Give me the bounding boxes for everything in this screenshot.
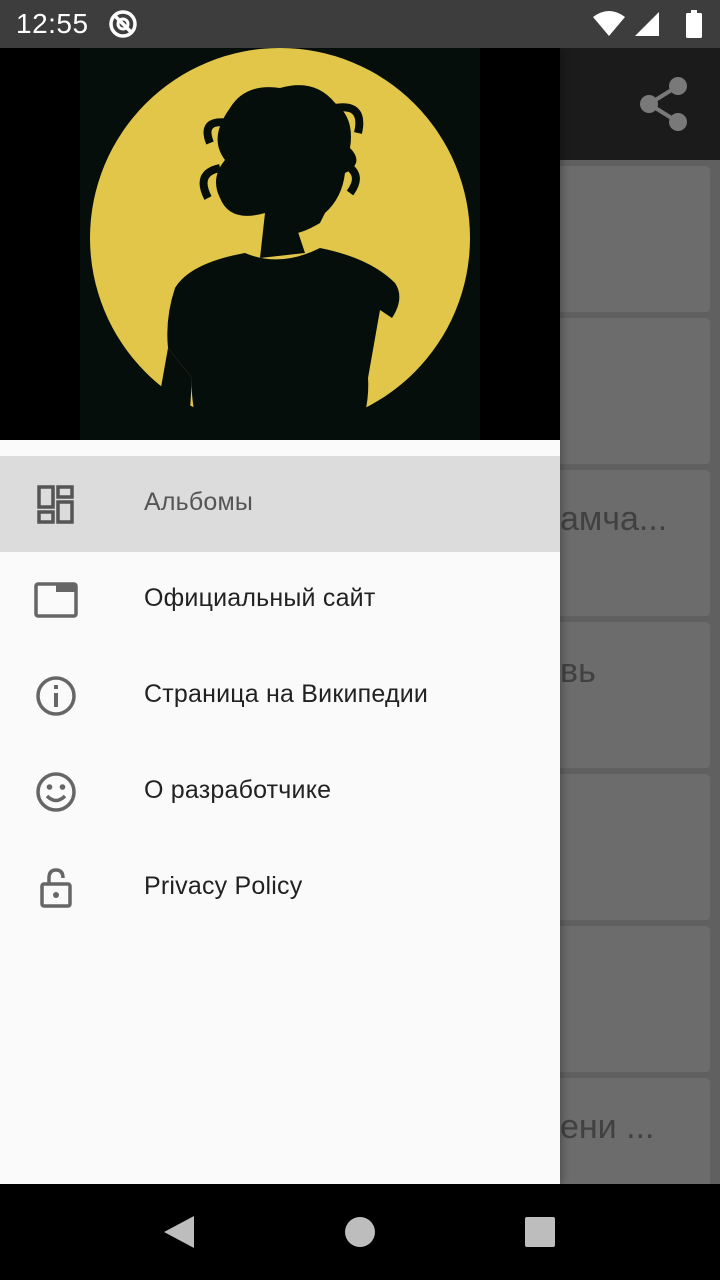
battery-icon <box>686 10 702 38</box>
wifi-icon <box>593 11 625 36</box>
drawer-item-developer[interactable]: О разработчике <box>0 744 560 840</box>
status-time: 12:55 <box>16 8 89 39</box>
artist-silhouette-logo <box>80 48 480 440</box>
system-nav-bar <box>0 1184 720 1280</box>
sync-icon <box>109 10 137 38</box>
info-icon <box>36 676 76 716</box>
drawer-item-label: Официальный сайт <box>144 584 376 612</box>
signal-icon <box>635 12 659 36</box>
web-window-icon <box>34 582 78 618</box>
smiley-icon <box>36 772 76 812</box>
drawer-item-label: Альбомы <box>144 488 254 516</box>
drawer-item-label: О разработчике <box>144 776 332 804</box>
drawer-item-official-site[interactable]: Официальный сайт <box>0 552 560 648</box>
status-bar: 12:55 <box>0 0 720 48</box>
lock-open-icon <box>40 868 72 908</box>
dashboard-icon <box>37 485 74 524</box>
navigation-drawer: Альбомы Официальный сайт Страница на Вик… <box>0 48 560 1184</box>
drawer-header <box>0 48 560 440</box>
recent-apps-icon[interactable] <box>524 1216 556 1248</box>
drawer-item-wikipedia[interactable]: Страница на Википедии <box>0 648 560 744</box>
drawer-item-label: Страница на Википедии <box>144 680 429 708</box>
drawer-item-label: Privacy Policy <box>144 872 303 900</box>
drawer-item-privacy-policy[interactable]: Privacy Policy <box>0 840 560 936</box>
drawer-item-albums[interactable]: Альбомы <box>0 456 560 552</box>
back-icon[interactable] <box>162 1214 196 1250</box>
drawer-menu: Альбомы Официальный сайт Страница на Вик… <box>0 456 560 936</box>
home-icon[interactable] <box>344 1216 376 1248</box>
screen: 12:55 амча... вь ени ... Альбомы Официал… <box>0 0 720 1280</box>
